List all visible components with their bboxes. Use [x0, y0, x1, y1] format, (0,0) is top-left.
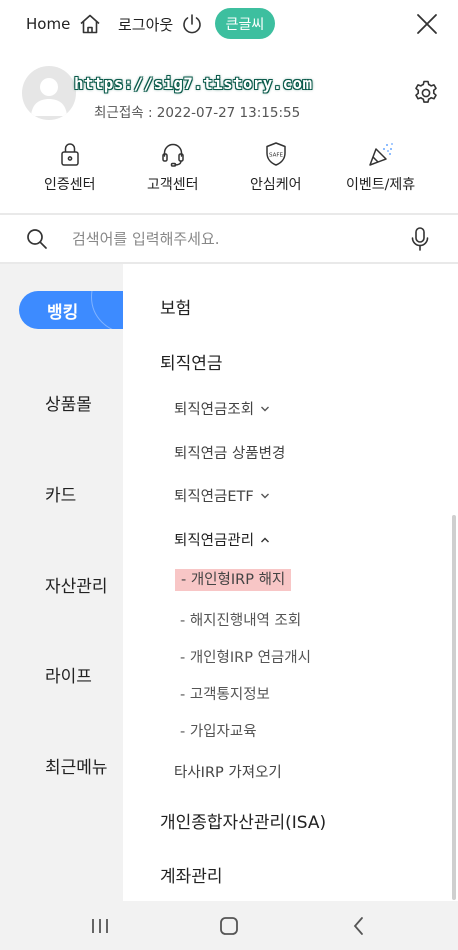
- quick-menu-label: 인증센터: [44, 177, 96, 193]
- search-icon[interactable]: [25, 227, 49, 251]
- category-asset-management[interactable]: 자산관리: [0, 572, 123, 597]
- menu-pension-inquiry[interactable]: 퇴직연금조회: [174, 398, 270, 419]
- close-icon[interactable]: [414, 11, 440, 37]
- home-nav-icon[interactable]: [216, 913, 242, 939]
- quick-menu: 인증센터 고객센터 SAFE 안심케어 이벤트/제휴: [0, 140, 458, 200]
- home-label: Home: [26, 15, 71, 33]
- menu-label: 퇴직연금ETF: [174, 489, 254, 505]
- menu-account-management[interactable]: 계좌관리: [160, 862, 223, 887]
- large-font-button[interactable]: 큰글씨: [215, 8, 275, 39]
- menu-panel: 보험 퇴직연금 퇴직연금조회 퇴직연금 상품변경 퇴직연금ETF 퇴직연금관리 …: [123, 264, 458, 901]
- menu-pension-product-change[interactable]: 퇴직연금 상품변경: [174, 442, 285, 463]
- menu-irp-pension-start[interactable]: - 개인형IRP 연금개시: [180, 646, 311, 667]
- menu-label: 퇴직연금조회: [174, 402, 255, 418]
- back-icon[interactable]: [346, 913, 372, 939]
- quick-menu-auth-center[interactable]: 인증센터: [44, 140, 96, 194]
- home-button[interactable]: Home: [26, 9, 102, 39]
- quick-menu-safe-care[interactable]: SAFE 안심케어: [250, 140, 302, 194]
- party-popper-icon: [368, 143, 393, 166]
- menu-label: 퇴직연금 상품변경: [174, 446, 286, 462]
- logout-label: 로그아웃: [118, 15, 174, 34]
- category-label: 라이프: [45, 667, 92, 687]
- user-icon: [31, 78, 67, 116]
- svg-text:SAFE: SAFE: [269, 153, 284, 159]
- menu-label: 퇴직연금관리: [174, 533, 255, 549]
- category-card[interactable]: 카드: [0, 481, 123, 506]
- category-product-mall[interactable]: 상품몰: [0, 390, 123, 415]
- search-bar: [0, 215, 458, 263]
- quick-menu-label: 고객센터: [147, 177, 199, 193]
- category-label: 카드: [45, 486, 77, 506]
- category-sidebar: 뱅킹 상품몰 카드 자산관리 라이프 최근메뉴: [0, 264, 143, 901]
- logout-button[interactable]: 로그아웃: [118, 9, 203, 39]
- scrollbar[interactable]: [452, 515, 456, 900]
- category-life[interactable]: 라이프: [0, 662, 123, 687]
- menu-label: 타사IRP 가져오기: [174, 765, 282, 781]
- menu-customer-notice[interactable]: - 고객통지정보: [180, 683, 270, 704]
- home-icon: [80, 14, 100, 34]
- category-recent-menu[interactable]: 최근메뉴: [0, 753, 123, 778]
- system-nav-bar: [0, 901, 458, 950]
- category-label: 뱅킹: [47, 302, 79, 323]
- headset-icon: [162, 143, 184, 167]
- avatar[interactable]: [22, 66, 76, 120]
- menu-insurance[interactable]: 보험: [160, 294, 191, 319]
- menu-subscriber-education[interactable]: - 가입자교육: [180, 720, 257, 741]
- recent-apps-icon[interactable]: [87, 913, 113, 939]
- menu-pension-management[interactable]: 퇴직연금관리: [174, 529, 270, 550]
- last-login-text: 최근접속 : 2022-07-27 13:15:55: [94, 105, 301, 121]
- menu-irp-termination[interactable]: - 개인형IRP 해지: [175, 569, 292, 591]
- category-label: 자산관리: [45, 577, 108, 597]
- menu-isa[interactable]: 개인종합자산관리(ISA): [160, 808, 326, 833]
- quick-menu-label: 안심케어: [250, 177, 302, 193]
- watermark-text: https://sig7.tistory.com: [74, 74, 313, 93]
- lock-icon: [61, 143, 79, 166]
- category-label: 상품몰: [45, 395, 92, 415]
- chevron-down-icon: [260, 493, 269, 498]
- quick-menu-customer-center[interactable]: 고객센터: [147, 140, 199, 194]
- power-icon: [183, 14, 201, 34]
- menu-termination-history[interactable]: - 해지진행내역 조회: [180, 609, 301, 630]
- category-label: 최근메뉴: [45, 758, 108, 778]
- chevron-down-icon: [261, 406, 270, 411]
- menu-pension[interactable]: 퇴직연금: [160, 349, 223, 374]
- menu-other-irp-transfer[interactable]: 타사IRP 가져오기: [174, 761, 282, 782]
- safe-shield-icon: SAFE: [266, 142, 286, 166]
- quick-menu-event[interactable]: 이벤트/제휴: [346, 140, 415, 194]
- gear-icon[interactable]: [412, 79, 440, 107]
- quick-menu-label: 이벤트/제휴: [346, 177, 416, 193]
- chevron-up-icon: [261, 537, 270, 542]
- large-font-label: 큰글씨: [225, 16, 265, 33]
- microphone-icon[interactable]: [408, 225, 432, 253]
- top-bar: Home 로그아웃 큰글씨: [0, 0, 458, 48]
- menu-pension-etf[interactable]: 퇴직연금ETF: [174, 485, 270, 506]
- search-input[interactable]: [72, 225, 392, 253]
